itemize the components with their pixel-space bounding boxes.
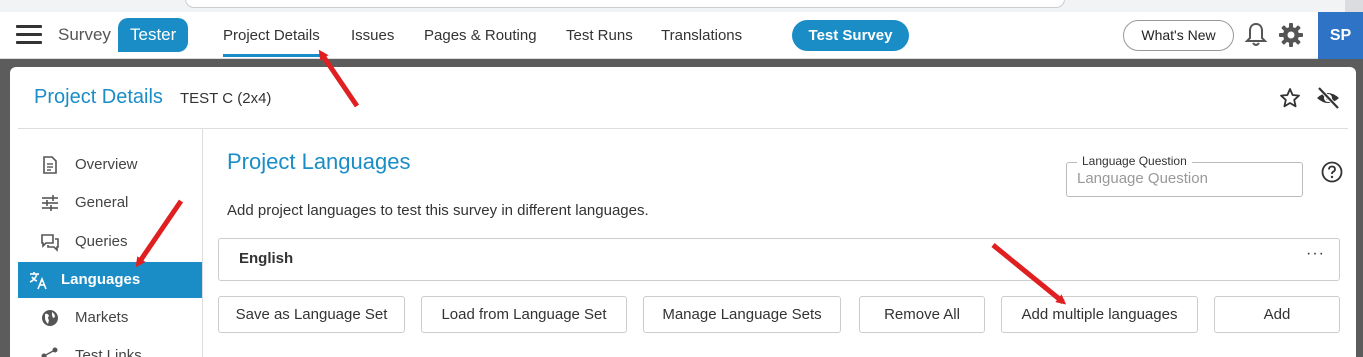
sidebar-item-languages[interactable]: Languages (18, 262, 202, 298)
help-icon[interactable] (1320, 160, 1344, 184)
language-row[interactable]: English ··· (218, 238, 1340, 281)
translate-icon (29, 272, 47, 290)
address-bar[interactable] (185, 0, 1065, 8)
section-title: Project Languages (227, 149, 411, 174)
tab-test-runs[interactable]: Test Runs (566, 27, 633, 44)
sidebar-item-label: Markets (75, 309, 129, 326)
add-button[interactable]: Add (1214, 296, 1340, 333)
tab-translations[interactable]: Translations (661, 27, 742, 44)
sidebar-item-label: Queries (75, 233, 128, 250)
menu-icon[interactable] (16, 25, 42, 45)
sidebar-item-queries[interactable]: Queries (18, 224, 202, 260)
save-as-language-set-button[interactable]: Save as Language Set (218, 296, 405, 333)
document-icon (43, 156, 57, 174)
load-from-language-set-button[interactable]: Load from Language Set (421, 296, 627, 333)
add-multiple-languages-button[interactable]: Add multiple languages (1001, 296, 1198, 333)
star-icon[interactable] (1278, 86, 1302, 110)
language-question-field[interactable]: Language Question (1066, 154, 1303, 197)
browser-edge (1345, 0, 1363, 12)
sidebar-item-markets[interactable]: Markets (18, 300, 202, 336)
avatar[interactable]: SP (1318, 12, 1363, 59)
gear-icon[interactable] (1278, 22, 1304, 48)
tab-issues[interactable]: Issues (351, 27, 394, 44)
sidebar-item-label: Test Links (75, 347, 142, 357)
app-header: Survey Tester Project Details Issues Pag… (0, 12, 1363, 59)
card-divider (18, 128, 1348, 129)
logo-survey-text: Survey (58, 25, 111, 44)
tab-project-details[interactable]: Project Details (223, 27, 320, 57)
tab-pages-routing[interactable]: Pages & Routing (424, 27, 537, 44)
more-options-icon[interactable]: ··· (1306, 245, 1325, 263)
sidebar-item-overview[interactable]: Overview (18, 147, 202, 183)
browser-strip (0, 0, 1363, 12)
language-question-label: Language Question (1077, 154, 1192, 168)
language-name: English (239, 250, 294, 267)
sidebar: Overview General Queries Languages Marke… (18, 129, 203, 357)
sidebar-item-label: General (75, 194, 129, 211)
globe-icon (42, 310, 58, 326)
remove-all-button[interactable]: Remove All (859, 296, 985, 333)
test-survey-button[interactable]: Test Survey (792, 20, 909, 51)
sidebar-item-test-links[interactable]: Test Links (18, 338, 202, 357)
chat-icon (41, 234, 59, 252)
logo-tester-badge: Tester (118, 18, 189, 52)
sidebar-item-general[interactable]: General (18, 185, 202, 221)
sliders-icon (42, 195, 58, 211)
language-question-input[interactable] (1077, 170, 1292, 187)
project-details-card: Project Details TEST C (2x4) Overview Ge… (10, 67, 1356, 357)
bell-icon[interactable] (1244, 22, 1268, 48)
section-description: Add project languages to test this surve… (227, 202, 649, 219)
sidebar-item-label: Languages (61, 271, 141, 288)
sidebar-item-label: Overview (75, 156, 138, 173)
whats-new-button[interactable]: What's New (1123, 20, 1234, 51)
page-title: Project Details (34, 86, 163, 108)
eye-off-icon[interactable] (1315, 85, 1341, 111)
manage-language-sets-button[interactable]: Manage Language Sets (643, 296, 841, 333)
share-icon (41, 347, 58, 357)
project-name: TEST C (2x4) (180, 90, 272, 107)
